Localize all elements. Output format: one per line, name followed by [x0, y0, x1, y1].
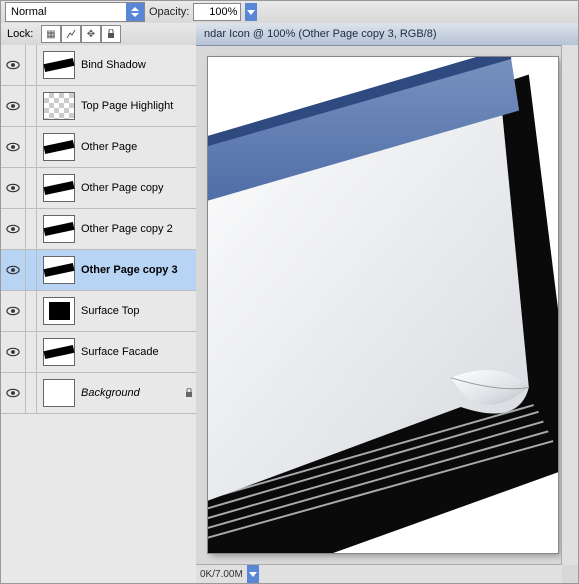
layer-thumbnail[interactable]	[43, 215, 75, 243]
visibility-toggle[interactable]	[1, 373, 26, 413]
layer-thumbnail[interactable]	[43, 256, 75, 284]
layer-name[interactable]: Other Page copy	[81, 182, 182, 194]
layer-thumbnail[interactable]	[43, 133, 75, 161]
layer-thumbnail[interactable]	[43, 174, 75, 202]
calendar-artwork	[208, 57, 558, 553]
options-bar-1: Normal Opacity: 100%	[1, 1, 578, 24]
visibility-toggle[interactable]	[1, 127, 26, 167]
app-root: 思缘设计论坛 WWW.MISSYUAN.COM Normal Opacity: …	[0, 0, 579, 584]
layer-name[interactable]: Surface Top	[81, 305, 182, 317]
layer-row[interactable]: Surface Facade	[1, 332, 196, 373]
stepper-icon	[126, 3, 144, 21]
opacity-flyout-icon[interactable]	[245, 3, 257, 21]
visibility-toggle[interactable]	[1, 332, 26, 372]
visibility-toggle[interactable]	[1, 45, 26, 85]
vertical-scrollbar[interactable]	[561, 45, 578, 565]
layers-panel: Bind Shadow Top Page Highlight Other Page O…	[1, 45, 197, 583]
lock-pixels-icon[interactable]	[61, 25, 81, 43]
lock-transparency-icon[interactable]: ▦	[41, 25, 61, 43]
layer-name[interactable]: Other Page copy 2	[81, 223, 182, 235]
status-flyout-icon[interactable]	[247, 565, 259, 583]
layer-name[interactable]: Other Page copy 3	[81, 264, 182, 276]
layer-name[interactable]: Background	[81, 387, 182, 399]
layer-name[interactable]: Surface Facade	[81, 346, 182, 358]
blend-mode-select[interactable]: Normal	[5, 2, 145, 22]
link-column	[26, 209, 37, 249]
status-text: 0K/7.00M	[200, 569, 243, 580]
layer-thumbnail[interactable]	[43, 379, 75, 407]
document-window: ndar Icon @ 100% (Other Page copy 3, RGB…	[196, 23, 578, 583]
visibility-toggle[interactable]	[1, 86, 26, 126]
lock-label: Lock:	[5, 28, 37, 40]
lock-all-icon[interactable]	[101, 25, 121, 43]
layer-name[interactable]: Bind Shadow	[81, 59, 182, 71]
layer-thumbnail[interactable]	[43, 338, 75, 366]
link-column	[26, 86, 37, 126]
layer-row[interactable]: Surface Top	[1, 291, 196, 332]
layer-row[interactable]: Bind Shadow	[1, 45, 196, 86]
layer-name[interactable]: Other Page	[81, 141, 182, 153]
layer-row[interactable]: Top Page Highlight	[1, 86, 196, 127]
link-column	[26, 45, 37, 85]
link-column	[26, 373, 37, 413]
blend-mode-value: Normal	[11, 6, 46, 18]
layer-thumbnail[interactable]	[43, 297, 75, 325]
layer-row[interactable]: Other Page copy 3	[1, 250, 196, 291]
layer-name[interactable]: Top Page Highlight	[81, 100, 182, 112]
visibility-toggle[interactable]	[1, 168, 26, 208]
visibility-toggle[interactable]	[1, 209, 26, 249]
opacity-label: Opacity:	[149, 6, 189, 18]
layer-thumbnail[interactable]	[43, 51, 75, 79]
status-bar: 0K/7.00M	[196, 564, 562, 583]
document-canvas[interactable]	[208, 57, 558, 553]
lock-indicator-icon	[182, 388, 196, 398]
link-column	[26, 250, 37, 290]
layer-row[interactable]: Background	[1, 373, 196, 414]
link-column	[26, 127, 37, 167]
layer-row[interactable]: Other Page copy 2	[1, 209, 196, 250]
visibility-toggle[interactable]	[1, 291, 26, 331]
lock-position-icon[interactable]: ✥	[81, 25, 101, 43]
link-column	[26, 332, 37, 372]
layer-row[interactable]: Other Page copy	[1, 168, 196, 209]
visibility-toggle[interactable]	[1, 250, 26, 290]
opacity-input[interactable]: 100%	[193, 3, 241, 21]
link-column	[26, 291, 37, 331]
document-titlebar[interactable]: ndar Icon @ 100% (Other Page copy 3, RGB…	[196, 23, 578, 46]
layer-row[interactable]: Other Page	[1, 127, 196, 168]
layer-thumbnail[interactable]	[43, 92, 75, 120]
link-column	[26, 168, 37, 208]
lock-buttons: ▦ ✥	[41, 25, 121, 43]
